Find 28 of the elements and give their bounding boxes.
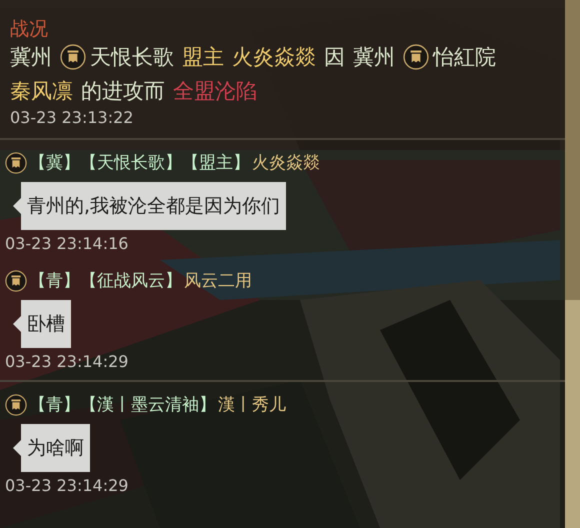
- report-text: 因: [324, 44, 345, 70]
- highlighted-name: 盟主: [182, 44, 224, 70]
- timestamp: 03-23 23:14:29: [5, 476, 130, 496]
- highlighted-name: 秦风凛: [10, 78, 73, 104]
- report-text: 冀州: [10, 44, 52, 70]
- fall-notice: 全盟沦陷: [173, 78, 257, 104]
- timestamp: 03-23 23:14:29: [5, 352, 130, 372]
- highlighted-name: 火炎焱燚: [232, 44, 316, 70]
- banner-emblem-icon: [403, 44, 429, 70]
- banner-emblem-icon: [5, 152, 27, 174]
- sender-tags: 【青】【漢丨墨云清袖】: [29, 392, 216, 418]
- sender-tags: 【冀】【天恨长歌】【盟主】: [29, 150, 250, 176]
- report-text: 天恨长歌: [90, 44, 174, 70]
- report-title: 战况: [10, 18, 49, 40]
- sender-tags: 【青】【征战风云】: [29, 268, 182, 294]
- report-text: 怡紅院: [433, 44, 496, 70]
- timestamp: 03-23 23:14:16: [5, 234, 130, 254]
- sender-name[interactable]: 风云二用: [184, 268, 252, 294]
- sender-name[interactable]: 漢丨秀儿: [218, 392, 286, 418]
- sender-name[interactable]: 火炎焱燚: [252, 150, 320, 176]
- banner-emblem-icon: [5, 394, 27, 416]
- banner-emblem-icon: [5, 270, 27, 292]
- message-bubble: 青州的,我被沦全都是因为你们: [13, 182, 286, 230]
- message-bubble: 为啥啊: [13, 424, 90, 472]
- report-text: 的进攻而: [81, 78, 165, 104]
- banner-emblem-icon: [60, 44, 86, 70]
- timestamp: 03-23 23:13:22: [10, 108, 134, 128]
- report-text: 冀州: [353, 44, 395, 70]
